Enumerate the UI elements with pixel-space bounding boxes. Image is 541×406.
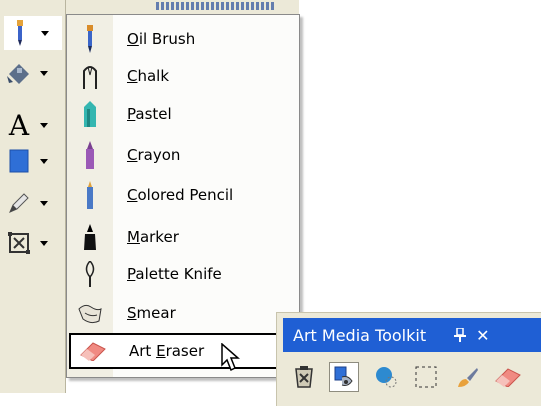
eraser-icon: [494, 367, 522, 387]
label-rest: mear: [136, 304, 176, 322]
brush-icon: [5, 18, 35, 48]
menu-item-label: Smear: [127, 304, 176, 322]
menu-item-label: Art Eraser: [129, 342, 204, 360]
marker-icon: [67, 219, 113, 255]
pin-icon[interactable]: [454, 328, 467, 342]
menu-item-label: Pastel: [127, 105, 172, 123]
chevron-down-icon: [40, 158, 48, 164]
property-bar-remnant: [156, 2, 276, 10]
brush-tool-icon: [456, 365, 480, 389]
docker-title: Art Media Toolkit: [293, 325, 427, 345]
transform-icon: [4, 228, 34, 258]
menu-item-marker[interactable]: Marker: [67, 219, 299, 255]
close-icon[interactable]: ✕: [476, 326, 489, 345]
menu-item-label: Colored Pencil: [127, 186, 233, 204]
art-media-tool[interactable]: [4, 16, 62, 50]
menu-item-art-eraser[interactable]: Art Eraser: [69, 333, 299, 372]
chevron-down-icon: [40, 200, 48, 206]
menu-item-label: Chalk: [127, 67, 169, 85]
media-selector-button[interactable]: [329, 362, 359, 392]
palette-knife-icon: [67, 256, 113, 292]
media-selector-icon: [332, 365, 356, 389]
transform-tool[interactable]: [4, 226, 62, 260]
chevron-down-icon: [40, 70, 48, 76]
menu-item-label: Oil Brush: [127, 30, 195, 48]
select-all-icon: [293, 365, 315, 389]
eyedropper-tool[interactable]: [4, 186, 62, 220]
menu-item-oil-brush[interactable]: Oil Brush: [67, 21, 299, 57]
mnemonic: C: [127, 186, 138, 204]
pastel-icon: [67, 96, 113, 132]
mnemonic: M: [127, 228, 140, 246]
mnemonic: C: [127, 146, 138, 164]
menu-item-colored-pencil[interactable]: Colored Pencil: [67, 177, 299, 213]
chevron-down-icon: [40, 240, 48, 246]
chevron-down-icon: [40, 122, 48, 128]
mnemonic: O: [127, 30, 139, 48]
oil-brush-icon: [67, 21, 113, 57]
menu-item-crayon[interactable]: Crayon: [67, 137, 299, 173]
toolbox: A: [0, 0, 66, 393]
label-rest: alette Knife: [135, 265, 222, 283]
select-all-button[interactable]: [289, 362, 319, 392]
label-rest: il Brush: [138, 30, 196, 48]
label-pre: Art: [129, 342, 157, 360]
rectangle-tool[interactable]: [4, 144, 62, 178]
top-strip: [66, 0, 299, 14]
smear-icon: [67, 295, 113, 331]
label-rest: arker: [139, 228, 179, 246]
marquee-select-button[interactable]: [411, 362, 441, 392]
menu-item-label: Crayon: [127, 146, 180, 164]
label-rest: raser: [165, 342, 205, 360]
blob-brush-icon: [374, 365, 398, 389]
label-rest: astel: [135, 105, 172, 123]
mnemonic: S: [127, 304, 137, 322]
crayon-icon: [67, 137, 113, 173]
rectangle-icon: [4, 146, 34, 176]
colored-pencil-icon: [67, 177, 113, 213]
label-rest: olored Pencil: [137, 186, 234, 204]
art-eraser-icon: [71, 333, 115, 369]
eraser-button[interactable]: [493, 362, 523, 392]
art-media-flyout-menu: Oil Brush Chalk Pastel Crayon Colored Pe…: [66, 14, 300, 378]
paint-bucket-icon: [4, 58, 34, 88]
mnemonic: E: [156, 342, 166, 360]
menu-item-label: Palette Knife: [127, 265, 222, 283]
menu-item-smear[interactable]: Smear: [67, 295, 299, 331]
mouse-cursor-icon: [221, 343, 243, 373]
chalk-icon: [67, 58, 113, 94]
label-rest: halk: [137, 67, 170, 85]
pen-icon: [4, 188, 34, 218]
label-rest: rayon: [137, 146, 181, 164]
text-a-icon: A: [8, 108, 30, 142]
menu-item-label: Marker: [127, 228, 179, 246]
blob-brush-button[interactable]: [371, 362, 401, 392]
marquee-select-icon: [414, 365, 438, 389]
art-media-toolkit-docker: Art Media Toolkit ✕: [276, 312, 541, 406]
text-tool[interactable]: A: [4, 108, 62, 142]
menu-item-pastel[interactable]: Pastel: [67, 96, 299, 132]
docker-titlebar[interactable]: Art Media Toolkit ✕: [283, 318, 541, 352]
menu-item-palette-knife[interactable]: Palette Knife: [67, 256, 299, 292]
menu-item-chalk[interactable]: Chalk: [67, 58, 299, 94]
mnemonic: C: [127, 67, 138, 85]
fill-tool[interactable]: [4, 56, 62, 90]
chevron-down-icon: [41, 30, 49, 36]
brush-tool-button[interactable]: [453, 362, 483, 392]
